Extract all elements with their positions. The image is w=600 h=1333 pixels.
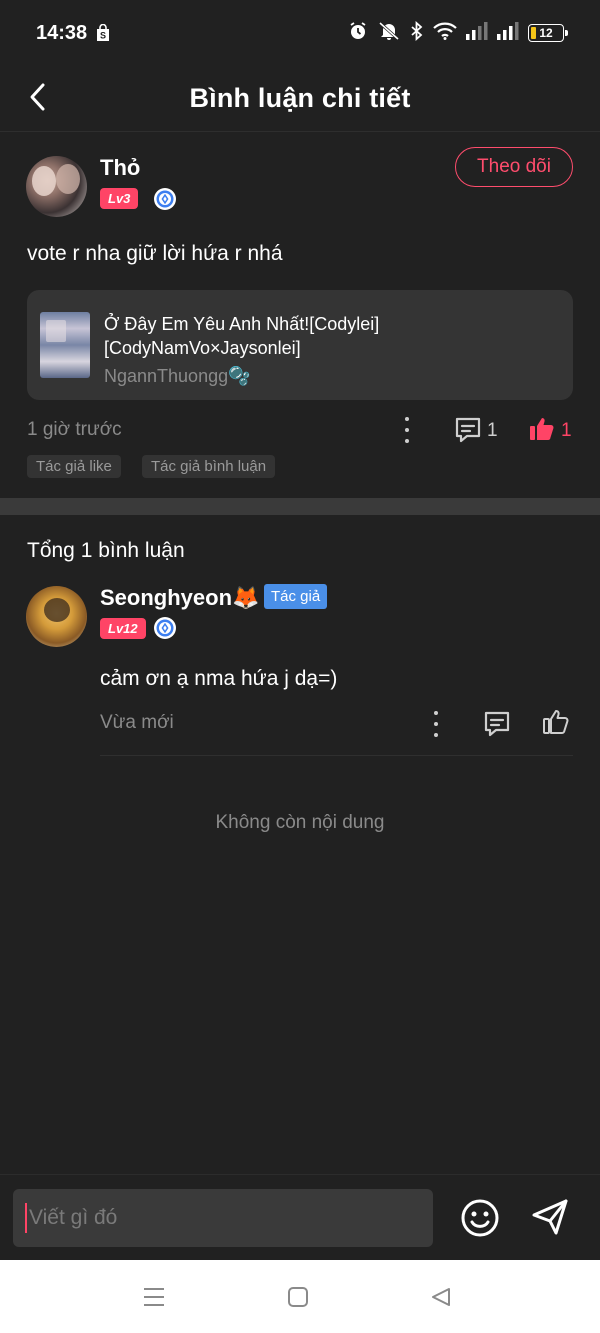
comment-input-placeholder: Viết gì đó <box>29 1206 118 1229</box>
bluetooth-icon <box>410 20 424 46</box>
chevron-left-icon <box>30 83 45 111</box>
comment-total: Tổng 1 bình luận <box>27 539 185 562</box>
book-card[interactable]: Ở Đây Em Yêu Anh Nhất![Codylei][CodyNamV… <box>27 290 573 400</box>
more-options-icon[interactable] <box>402 417 412 443</box>
author-badge: Tác giả <box>264 584 328 609</box>
silent-icon <box>377 21 401 46</box>
post-level-badge: Lv3 <box>100 188 139 209</box>
comment-input-bar: Viết gì đó <box>0 1174 600 1260</box>
comment-text: cảm ơn ạ nma hứa j dạ=) <box>100 667 338 690</box>
comment-username[interactable]: Seonghyeon🦊 <box>100 585 259 611</box>
comment-separator <box>100 755 573 756</box>
home-square-icon[interactable] <box>285 1284 311 1310</box>
follow-button[interactable]: Theo dõi <box>455 147 573 187</box>
liked-thumbs-up-icon[interactable] <box>527 414 557 444</box>
menu-icon[interactable] <box>141 1284 167 1310</box>
verified-icon <box>154 188 176 210</box>
comment-level-badge: Lv12 <box>100 618 146 639</box>
back-triangle-icon[interactable] <box>428 1284 454 1310</box>
wifi-icon <box>433 22 457 45</box>
book-author: NgannThuongg🫧 <box>104 366 251 386</box>
comment-count: 1 <box>487 420 498 441</box>
verified-icon <box>154 617 176 639</box>
post-user-avatar[interactable] <box>26 156 87 217</box>
system-nav-bar <box>0 1260 600 1333</box>
signal-icon-1 <box>466 21 488 45</box>
svg-text:S: S <box>100 31 106 41</box>
comment-user-avatar[interactable] <box>26 586 87 647</box>
reply-icon[interactable] <box>482 709 512 739</box>
send-icon[interactable] <box>528 1195 572 1239</box>
comment-icon[interactable] <box>453 415 483 445</box>
book-cover-image <box>40 312 90 378</box>
comment-time: Vừa mới <box>100 712 174 733</box>
comment-input[interactable]: Viết gì đó <box>13 1189 433 1247</box>
signal-icon-2 <box>497 21 519 45</box>
status-time: 14:38 <box>36 21 88 44</box>
text-caret <box>25 1203 27 1233</box>
back-button[interactable] <box>24 81 52 113</box>
emoji-icon[interactable] <box>459 1197 501 1239</box>
alarm-icon <box>348 21 368 46</box>
tag-author-comment: Tác giả bình luận <box>142 455 276 478</box>
book-title: Ở Đây Em Yêu Anh Nhất![Codylei][CodyNamV… <box>104 314 380 358</box>
shopping-bag-icon: S <box>95 24 111 42</box>
battery-level: 12 <box>539 26 553 40</box>
post-text: vote r nha giữ lời hứa r nhá <box>27 242 283 265</box>
battery-icon: 12 <box>528 24 568 42</box>
thumbs-up-icon[interactable] <box>541 707 571 737</box>
like-count: 1 <box>561 420 572 441</box>
post-time: 1 giờ trước <box>27 419 122 440</box>
post-username[interactable]: Thỏ <box>100 155 140 181</box>
top-header: Bình luận chi tiết <box>0 66 600 132</box>
tag-author-like: Tác giả like <box>27 455 121 478</box>
section-divider <box>0 498 600 515</box>
page-title: Bình luận chi tiết <box>189 83 411 113</box>
status-bar: 14:38 S 12 <box>0 0 600 66</box>
end-of-content-text: Không còn nội dung <box>215 812 385 833</box>
comment-more-options-icon[interactable] <box>431 711 441 737</box>
